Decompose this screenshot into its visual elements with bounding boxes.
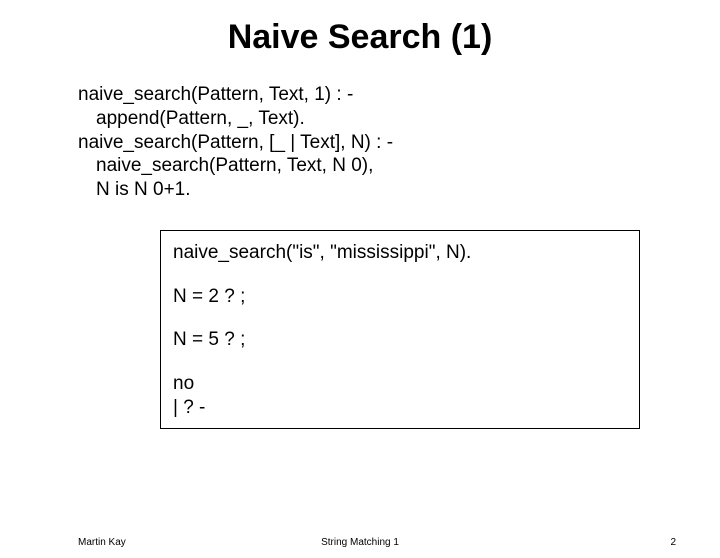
code-line-3: naive_search(Pattern, [_ | Text], N) : - (78, 131, 680, 155)
query-box: naive_search("is", "mississippi", N). N … (160, 230, 640, 429)
box-line-4: no (173, 372, 627, 396)
footer-title: String Matching 1 (321, 537, 399, 548)
page-number: 2 (670, 537, 676, 548)
code-line-2: append(Pattern, _, Text). (78, 107, 680, 131)
code-line-5: N is N 0+1. (78, 178, 680, 202)
footer-author: Martin Kay (78, 537, 126, 548)
box-line-3: N = 5 ? ; (173, 328, 627, 352)
code-block: naive_search(Pattern, Text, 1) : - appen… (0, 83, 720, 202)
box-line-5: | ? - (173, 396, 627, 420)
code-line-4: naive_search(Pattern, Text, N 0), (78, 154, 680, 178)
box-line-1: naive_search("is", "mississippi", N). (173, 241, 627, 265)
code-line-1: naive_search(Pattern, Text, 1) : - (78, 83, 680, 107)
box-line-2: N = 2 ? ; (173, 285, 627, 309)
page-title: Naive Search (1) (0, 18, 720, 57)
